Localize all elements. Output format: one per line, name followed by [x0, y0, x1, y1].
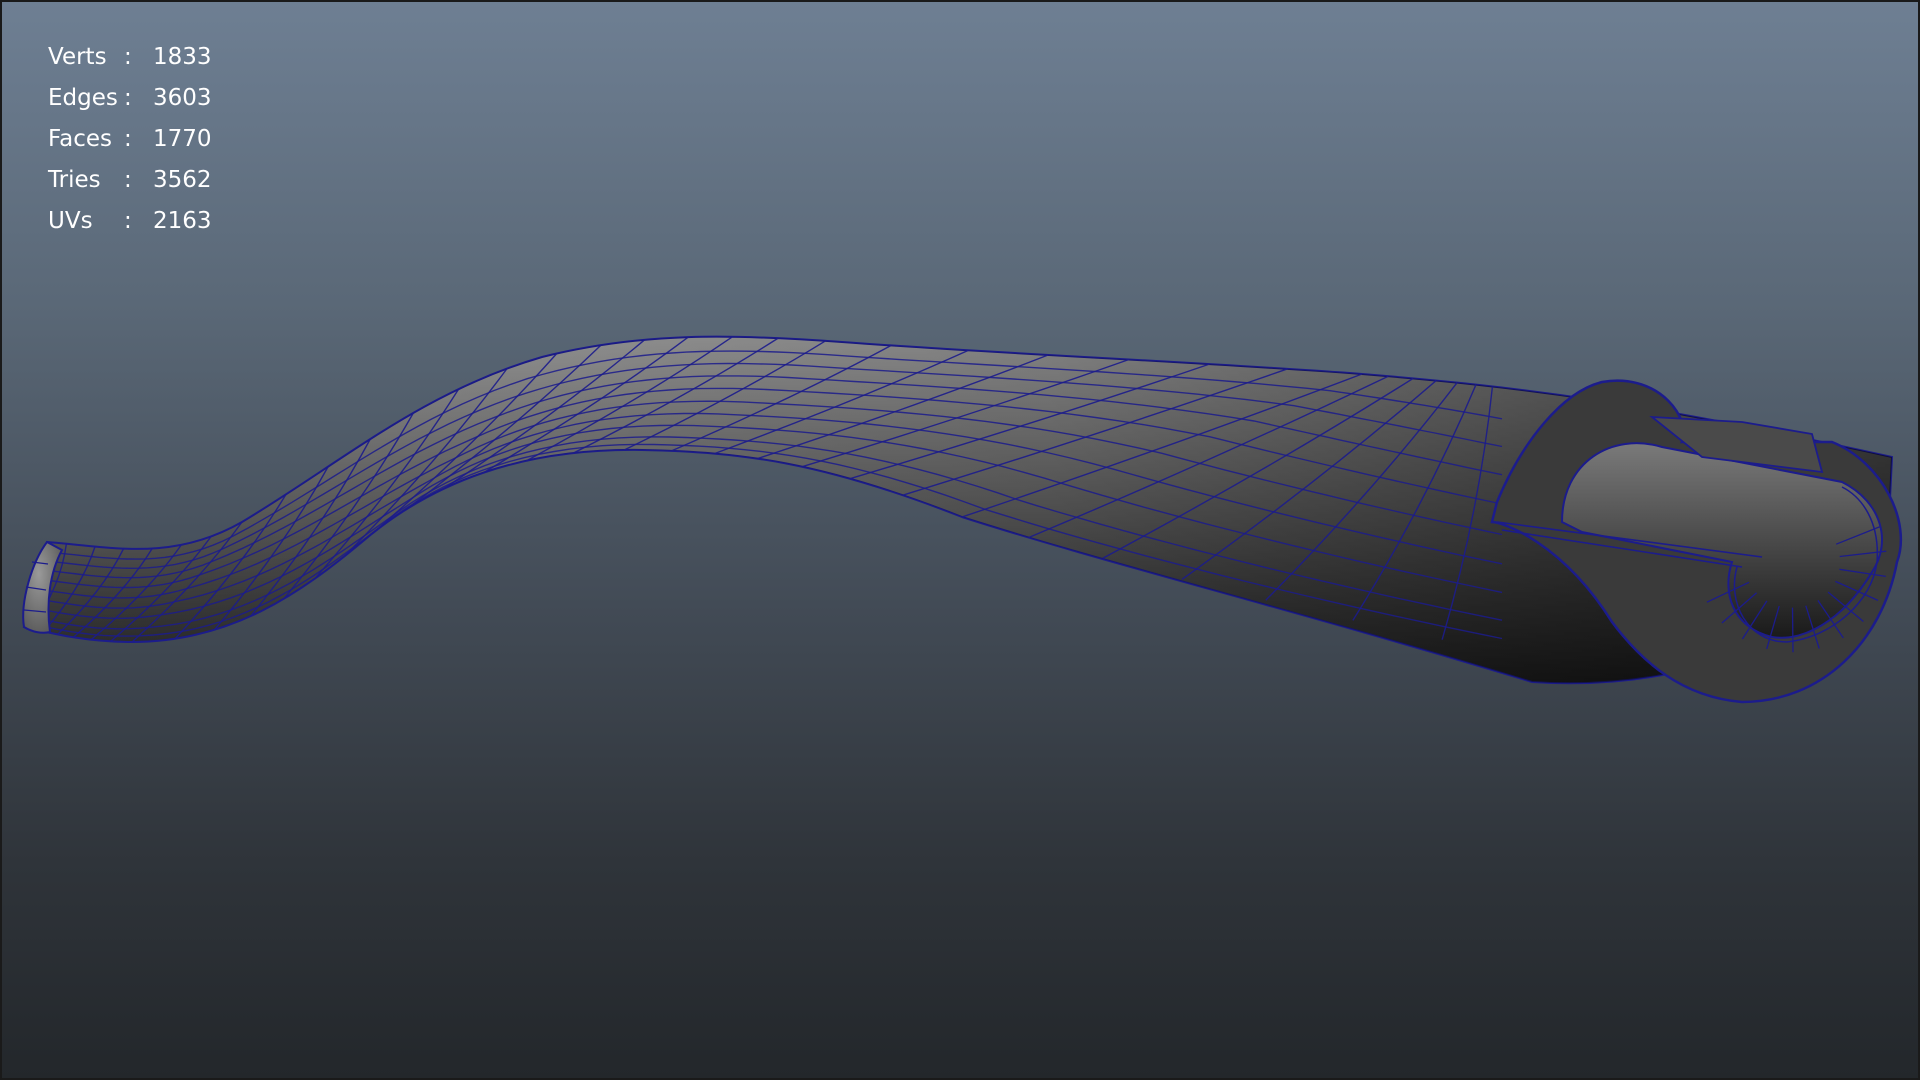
cap-segment-line: [1791, 607, 1794, 653]
hud-row-tries: Tries : 3562: [48, 169, 248, 210]
tube-mesh-wireframe[interactable]: [2, 2, 1920, 1080]
hud-label: Verts: [48, 44, 107, 70]
hud-separator: :: [124, 126, 132, 152]
hud-row-uvs: UVs : 2163: [48, 210, 248, 251]
3d-viewport[interactable]: Verts : 1833 Edges : 3603 Faces : 1770 T…: [0, 0, 1920, 1080]
hud-row-faces: Faces : 1770: [48, 128, 248, 169]
hud-separator: :: [124, 167, 132, 193]
hud-label: UVs: [48, 208, 93, 234]
hud-separator: :: [124, 208, 132, 234]
poly-count-hud: Verts : 1833 Edges : 3603 Faces : 1770 T…: [48, 46, 248, 251]
hud-value: 3562: [153, 167, 212, 193]
hud-row-verts: Verts : 1833: [48, 46, 248, 87]
hud-separator: :: [124, 44, 132, 70]
hud-label: Edges: [48, 85, 118, 111]
hud-value: 2163: [153, 208, 212, 234]
hud-label: Tries: [48, 167, 101, 193]
hud-separator: :: [124, 85, 132, 111]
hud-value: 1833: [153, 44, 212, 70]
hud-value: 3603: [153, 85, 212, 111]
hud-row-edges: Edges : 3603: [48, 87, 248, 128]
hud-value: 1770: [153, 126, 212, 152]
hud-label: Faces: [48, 126, 112, 152]
